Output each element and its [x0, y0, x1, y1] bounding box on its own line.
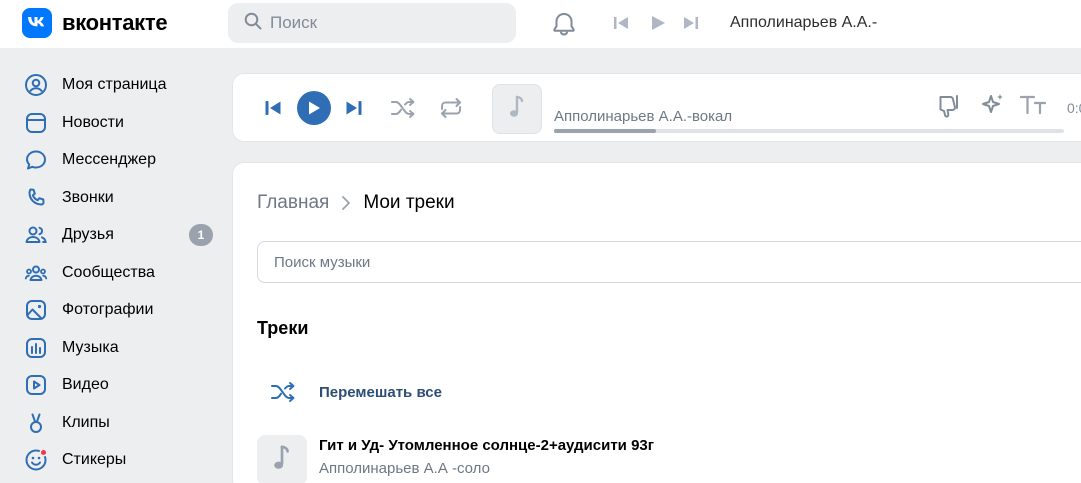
- music-search-input[interactable]: [274, 253, 1074, 271]
- sidebar-item-video[interactable]: Видео: [0, 367, 232, 403]
- track-artist[interactable]: Апполинарьев А.А -соло: [319, 460, 654, 477]
- vk-logo[interactable]: вконтакте: [22, 8, 168, 38]
- global-search-input[interactable]: [270, 13, 490, 33]
- sidebar-item-news[interactable]: Новости: [0, 105, 232, 141]
- playback-progress-bar[interactable]: [554, 129, 1064, 133]
- track-cover: [492, 84, 542, 134]
- music-note-icon: [272, 443, 292, 478]
- sidebar-item-my-page[interactable]: Моя страница: [0, 67, 232, 103]
- sidebar-item-friends[interactable]: Друзья 1: [0, 217, 232, 253]
- user-circle-icon: [24, 73, 48, 97]
- top-header: вконтакте Апполинарьев А.А.-: [0, 0, 1081, 48]
- sidebar-item-calls[interactable]: Звонки: [0, 180, 232, 216]
- tracks-section-title: Треки: [257, 318, 309, 338]
- shuffle-all-icon: [257, 381, 309, 403]
- friends-count-badge: 1: [189, 224, 213, 246]
- next-track-icon[interactable]: [345, 99, 363, 117]
- vk-logo-icon: [22, 8, 52, 38]
- music-note-icon: [508, 94, 526, 125]
- breadcrumb-current: Мои треки: [363, 192, 455, 213]
- dislike-icon[interactable]: [933, 91, 961, 119]
- shuffle-all-button[interactable]: Перемешать все: [257, 377, 657, 407]
- track-row-cover[interactable]: [257, 435, 307, 483]
- playback-progress-fill: [554, 129, 656, 133]
- communities-icon: [24, 261, 48, 285]
- global-search[interactable]: [228, 3, 516, 43]
- playback-time: 0:0: [1067, 100, 1081, 116]
- left-sidebar: Моя страница Новости Мессенджер Звонки Д…: [0, 48, 232, 483]
- sidebar-item-photos[interactable]: Фотографии: [0, 292, 232, 328]
- shuffle-all-label: Перемешать все: [319, 383, 442, 401]
- sidebar-item-stickers[interactable]: Стикеры: [0, 442, 232, 478]
- friends-icon: [24, 223, 48, 247]
- music-main-panel: Главная Мои треки Треки Перемешать все Г…: [232, 162, 1081, 483]
- newsfeed-icon: [24, 111, 48, 135]
- music-icon: [24, 336, 48, 360]
- notifications-bell-icon[interactable]: [550, 10, 578, 43]
- header-play-icon[interactable]: [649, 14, 667, 37]
- track-title[interactable]: Гит и Уд- Утомленное солнце-2+аудисити 9…: [319, 437, 654, 454]
- sparkle-recommendations-icon[interactable]: [979, 91, 1007, 119]
- breadcrumb-home-link[interactable]: Главная: [257, 192, 329, 214]
- play-button[interactable]: [297, 91, 331, 125]
- sidebar-item-communities[interactable]: Сообщества: [0, 255, 232, 291]
- player-track-label[interactable]: Апполинарьев А.А.-вокал: [554, 108, 732, 125]
- header-prev-icon[interactable]: [612, 14, 630, 37]
- audio-player: Апполинарьев А.А.-вокал 0:0: [232, 73, 1081, 142]
- chevron-right-icon: [341, 195, 351, 211]
- music-search[interactable]: [257, 241, 1081, 283]
- breadcrumb: Главная Мои треки: [257, 192, 455, 214]
- repeat-icon[interactable]: [438, 97, 464, 119]
- lyrics-text-icon[interactable]: [1019, 93, 1049, 117]
- search-icon: [244, 12, 262, 35]
- message-icon: [24, 148, 48, 172]
- shuffle-icon[interactable]: [390, 97, 416, 119]
- header-now-playing[interactable]: Апполинарьев А.А.-: [730, 14, 877, 32]
- track-row[interactable]: Гит и Уд- Утомленное солнце-2+аудисити 9…: [257, 435, 1057, 483]
- header-next-icon[interactable]: [682, 14, 700, 37]
- video-icon: [24, 373, 48, 397]
- track-info: Гит и Уд- Утомленное солнце-2+аудисити 9…: [319, 435, 654, 483]
- sidebar-item-music[interactable]: Музыка: [0, 330, 232, 366]
- sidebar-item-clips[interactable]: Клипы: [0, 405, 232, 441]
- photos-icon: [24, 298, 48, 322]
- stickers-icon: [24, 448, 48, 472]
- clips-icon: [24, 411, 48, 435]
- logo-text: вконтакте: [62, 10, 168, 35]
- sidebar-item-messenger[interactable]: Мессенджер: [0, 142, 232, 178]
- previous-track-icon[interactable]: [264, 99, 282, 117]
- phone-icon: [24, 186, 48, 210]
